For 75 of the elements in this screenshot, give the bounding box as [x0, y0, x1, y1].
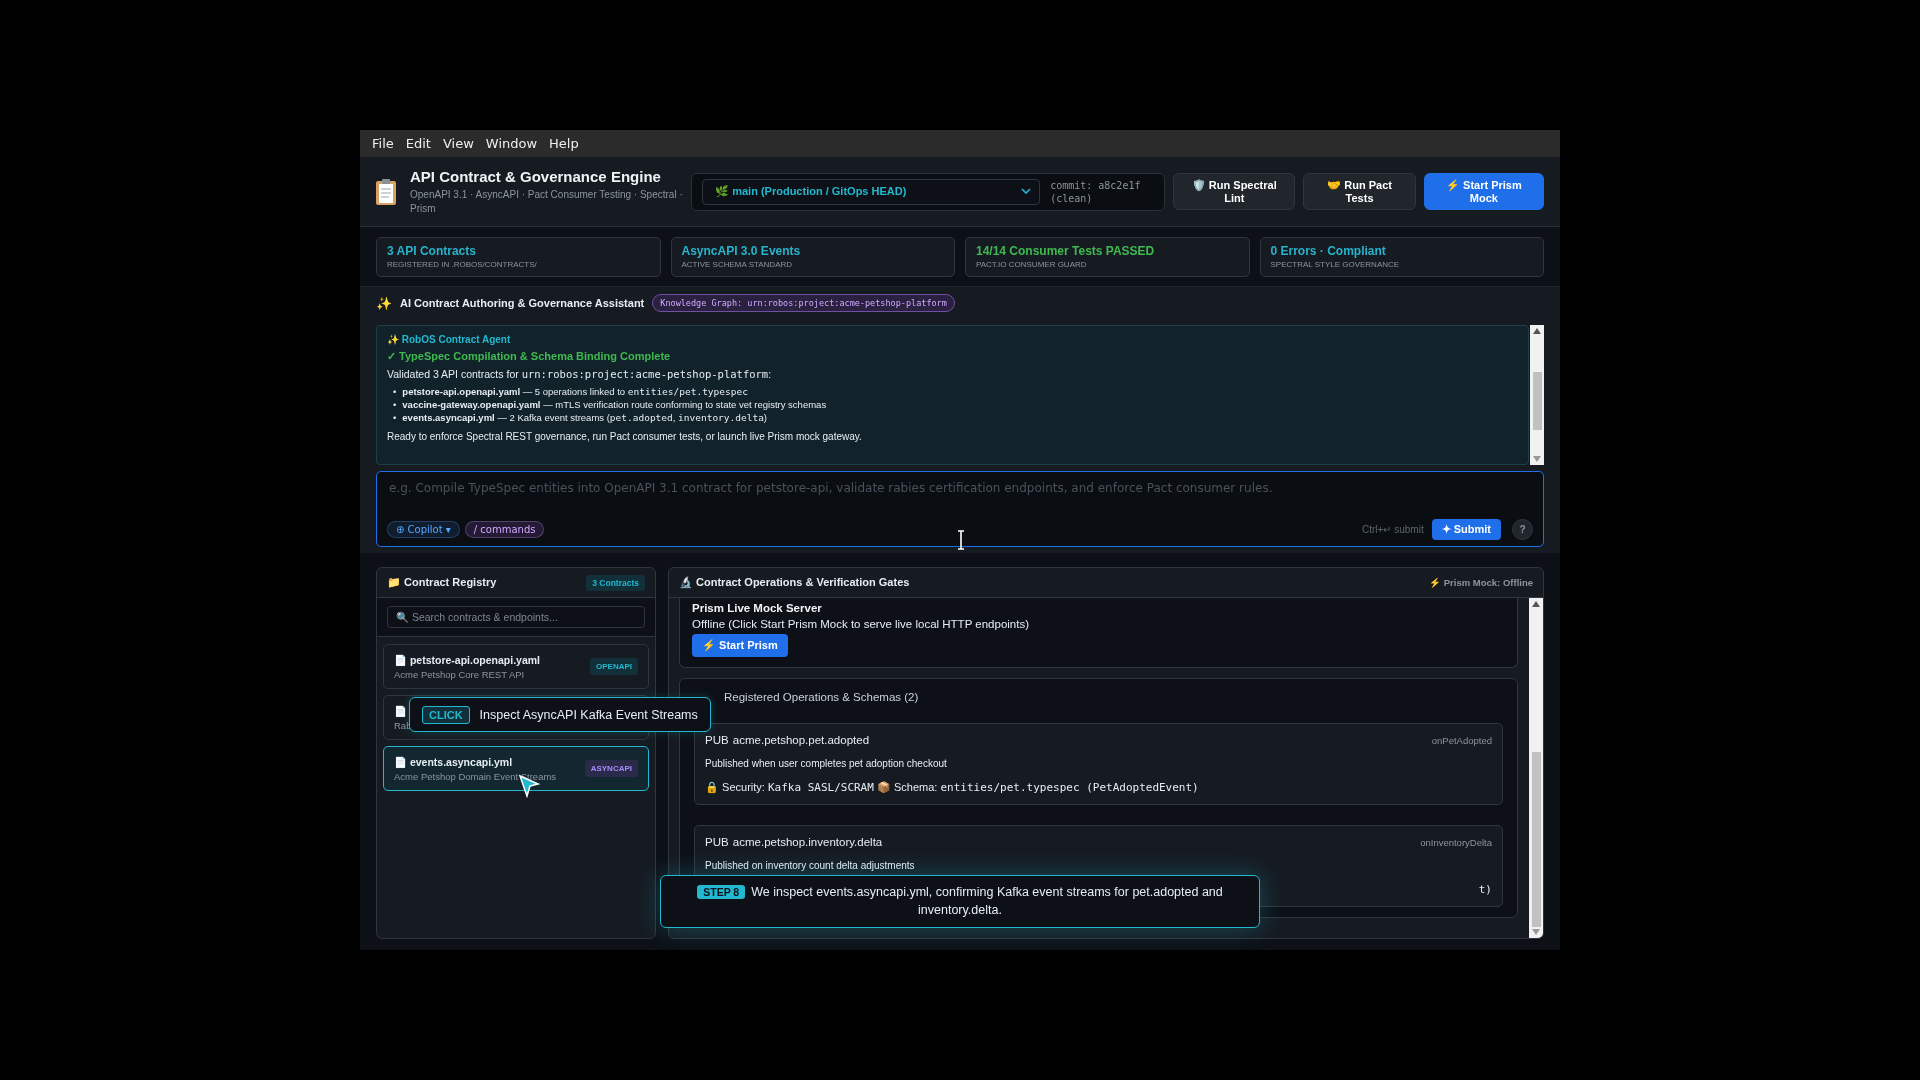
text-cursor-icon — [956, 530, 966, 550]
shortcut-hint: Ctrl+↵ submit — [1362, 524, 1424, 535]
step-text: STEP 8 We inspect events.asyncapi.yml, confirming Kafka event streams for pet.adopted and inventory.delta. — [681, 883, 1239, 919]
card-title: Prism Live Mock Server — [692, 602, 823, 614]
bullet-marker: • — [393, 411, 397, 424]
operation-meta: 🔒 Security: Kafka SASL/SCRAM 📦 Schema: entities/pet.typespec (PetAdoptedEvent) — [705, 781, 1199, 794]
operation-meta: t) — [1478, 883, 1492, 896]
message-text: Ready to enforce Spectral REST governance, run Pact consumer tests, or launch live Prism mock gateway. — [387, 431, 863, 442]
toolbar-button[interactable]: ⚡ Start Prism Mock — [1423, 173, 1544, 210]
bullet-marker: • — [393, 398, 397, 411]
format-tag: ASYNCAPI — [584, 760, 638, 777]
operation-name: PUB acme.petshop.inventory.delta — [705, 836, 883, 848]
card-title: Registered Operations & Schemas (2) — [723, 691, 920, 703]
stat-value: 3 API Contracts — [387, 244, 477, 258]
stat-label: ACTIVE SCHEMA STANDARD — [681, 260, 794, 269]
stat-label: REGISTERED IN .ROBOS/CONTRACTS/ — [387, 260, 538, 269]
contract-item[interactable]: 📄 petstore-api.openapi.yaml Acme Petshop Core REST API OPENAPI — [383, 644, 649, 689]
commands-button[interactable]: / commands — [464, 521, 545, 538]
commit-label: commit: a8c2e1f (clean) — [1050, 178, 1142, 205]
mock-status: ⚡ Prism Mock: Offline — [1429, 577, 1533, 588]
toolbar-button[interactable]: 🤝 Run Pact Tests — [1303, 173, 1416, 210]
menu-item[interactable]: Window — [479, 136, 544, 151]
app-title: API Contract & Governance Engine — [410, 167, 662, 185]
count-badge: 3 Contracts — [586, 574, 645, 591]
submit-button[interactable]: ✦ Submit — [1431, 519, 1501, 540]
tooltip-text: Inspect AsyncAPI Kafka Event Streams — [479, 707, 698, 722]
start-prism-button[interactable]: ⚡ Start Prism — [692, 634, 788, 657]
contract-name: 📄 petstore-api.openapi.yaml — [394, 653, 541, 667]
app-subtitle: OpenAPI 3.1 · AsyncAPI · Pact Consumer Testing · Spectral · Prism — [410, 187, 684, 216]
scrollbar[interactable] — [1529, 598, 1543, 938]
stat-label: SPECTRAL STYLE GOVERNANCE — [1270, 260, 1401, 269]
menu-item[interactable]: Edit — [399, 136, 437, 151]
help-button[interactable]: ? — [1512, 519, 1533, 540]
bullet-item: petstore-api.openapi.yaml — 5 operations linked to entities/pet.typespec — [402, 385, 748, 398]
scrollbar[interactable] — [1530, 325, 1544, 465]
stat-value: 0 Errors · Compliant — [1270, 244, 1387, 258]
contract-name: 📄 events.asyncapi.yml — [394, 755, 514, 769]
agent-name: ✨ RobOS Contract Agent — [387, 334, 512, 345]
message-text: Validated 3 API contracts for urn:robos:project:acme-petshop-platform: — [387, 368, 773, 380]
card-text: Offline (Click Start Prism Mock to serve live local HTTP endpoints) — [692, 618, 1030, 630]
operation-id: onPetAdopted — [1431, 734, 1492, 746]
clipboard-icon — [374, 177, 398, 206]
bullet-marker: • — [393, 385, 397, 398]
operation-description: Published when user completes pet adoption checkout — [705, 758, 948, 769]
stat-label: PACT.IO CONSUMER GUARD — [976, 260, 1088, 269]
panel-title: 📁 Contract Registry — [387, 576, 497, 589]
stat-value: 14/14 Consumer Tests PASSED — [976, 244, 1156, 258]
panel-title: 🔬 Contract Operations & Verification Gates — [679, 576, 910, 589]
format-tag: OPENAPI — [590, 658, 638, 675]
bullet-item: vaccine-gateway.openapi.yaml — mTLS verification route conforming to state vet registry schemas — [402, 398, 827, 411]
menu-item[interactable]: View — [436, 136, 480, 151]
operation-name: PUB acme.petshop.pet.adopted — [705, 734, 870, 746]
mode-selector[interactable]: ⊕ Copilot ▾ — [387, 521, 460, 538]
section-title: AI Contract Authoring & Governance Assistant — [400, 297, 645, 309]
scroll-down-icon[interactable] — [1532, 929, 1540, 935]
menu-item[interactable]: File — [366, 136, 400, 151]
search-field[interactable]: 🔍 Search contracts & endpoints... — [387, 606, 645, 628]
knowledge-graph-chip: Knowledge Graph: urn:robos:project:acme-petshop-platform — [652, 294, 955, 312]
bullet-item: events.asyncapi.yml — 2 Kafka event streams (pet.adopted, inventory.delta) — [402, 411, 768, 424]
scroll-up-icon[interactable] — [1532, 601, 1540, 607]
contract-name: 📄 — [394, 704, 408, 718]
stat-value: AsyncAPI 3.0 Events — [681, 244, 802, 258]
scroll-up-icon[interactable] — [1533, 328, 1541, 334]
prompt-field[interactable]: e.g. Compile TypeSpec entities into OpenAPI 3.1 contract for petstore-api, validate rabies certification endpoints, and enforce Pact consumer rules. ⊕ Copilot ▾ / commands Ctrl+↵ submit ✦ Submit ? — [376, 471, 1544, 547]
action-badge: CLICK — [422, 705, 470, 724]
scroll-down-icon[interactable] — [1533, 456, 1541, 462]
menu-item[interactable]: Help — [543, 136, 585, 151]
operation-description: Published on inventory count delta adjustments — [705, 860, 916, 871]
sparkles-icon: ✨ — [376, 295, 392, 311]
chevron-down-icon — [1021, 188, 1032, 195]
branch-select[interactable]: 🌿 main (Production / GitOps HEAD) — [702, 178, 1041, 205]
status-heading: ✓ TypeSpec Compilation & Schema Binding Complete — [387, 350, 672, 363]
contract-description: Acme Petshop Core REST API — [394, 668, 526, 680]
operation-id: onInventoryDelta — [1420, 836, 1492, 848]
toolbar-button[interactable]: 🛡 Run Spectral Lint — [1173, 173, 1296, 210]
